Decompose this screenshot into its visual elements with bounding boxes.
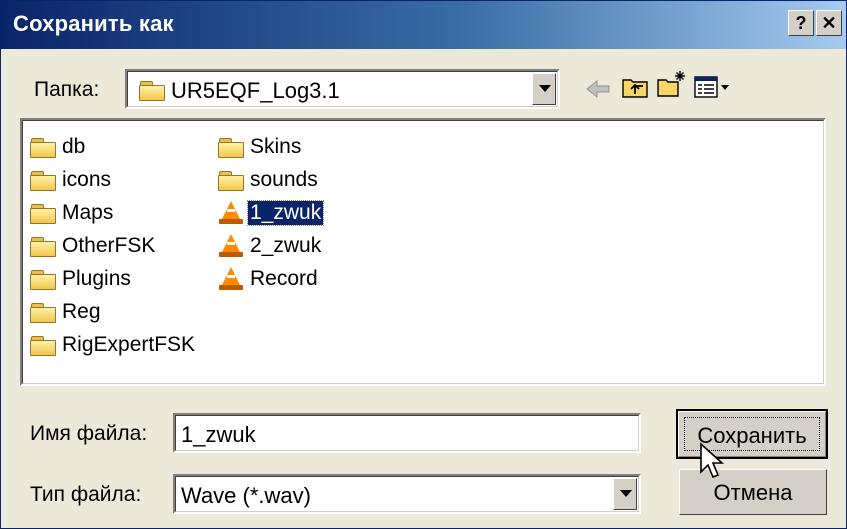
folder-icon	[30, 302, 56, 323]
folder-dropdown-button[interactable]	[532, 73, 556, 105]
filename-label: Имя файла:	[30, 422, 148, 445]
filename-input-value: 1_zwuk	[181, 422, 256, 447]
folder-icon	[218, 137, 244, 158]
filetype-select[interactable]: Wave (*.wav)	[173, 474, 641, 514]
vlc-cone-icon	[219, 201, 243, 225]
list-item-label: icons	[62, 168, 112, 191]
help-icon: ?	[795, 13, 807, 33]
close-icon: ✕	[821, 13, 837, 33]
filetype-dropdown-button[interactable]	[613, 478, 637, 510]
folder-icon	[30, 137, 56, 158]
folder-select[interactable]: UR5EQF_Log3.1	[125, 69, 560, 109]
dialog-title: Сохранить как	[13, 11, 174, 36]
vlc-cone-icon	[219, 234, 243, 258]
list-item-label: 1_zwuk	[246, 200, 325, 226]
save-as-dialog: Сохранить как ? ✕ Папка: UR5EQF_Log3.1 d…	[0, 0, 847, 529]
folder-icon	[139, 80, 165, 101]
cancel-button-label: Отмена	[713, 480, 793, 505]
mouse-cursor-icon	[700, 442, 725, 479]
folder-icon	[30, 170, 56, 191]
title-bar[interactable]: Сохранить как ? ✕	[1, 1, 846, 49]
vlc-cone-icon	[219, 267, 243, 291]
list-item-label: RigExpertFSK	[62, 333, 196, 356]
list-item-label: Plugins	[62, 267, 131, 290]
filetype-label: Тип файла:	[30, 483, 142, 506]
new-folder-icon[interactable]	[656, 69, 688, 99]
folder-icon	[30, 236, 56, 257]
filename-input[interactable]: 1_zwuk	[173, 413, 641, 453]
list-item-label: Reg	[62, 300, 101, 323]
folder-select-value: UR5EQF_Log3.1	[171, 78, 340, 103]
list-item-label: OtherFSK	[62, 234, 156, 257]
list-item-label: Record	[250, 267, 318, 290]
folder-icon	[30, 335, 56, 356]
list-item-label: Maps	[62, 201, 114, 224]
help-button[interactable]: ?	[788, 10, 814, 36]
list-item-label: sounds	[250, 168, 318, 191]
folder-icon	[218, 170, 244, 191]
back-arrow-icon[interactable]	[583, 74, 615, 104]
filetype-select-value: Wave (*.wav)	[181, 483, 311, 508]
list-item-label: 2_zwuk	[250, 234, 322, 257]
list-item-label: Skins	[250, 135, 302, 158]
file-list[interactable]: db icons Maps OtherFSK Plugins Reg RigEx…	[20, 118, 826, 386]
folder-label: Папка:	[34, 78, 100, 101]
close-button[interactable]: ✕	[816, 10, 842, 36]
list-item-label: db	[62, 135, 86, 158]
up-folder-icon[interactable]	[620, 72, 652, 102]
folder-icon	[30, 203, 56, 224]
folder-icon	[30, 269, 56, 290]
view-menu-icon[interactable]	[693, 72, 735, 102]
